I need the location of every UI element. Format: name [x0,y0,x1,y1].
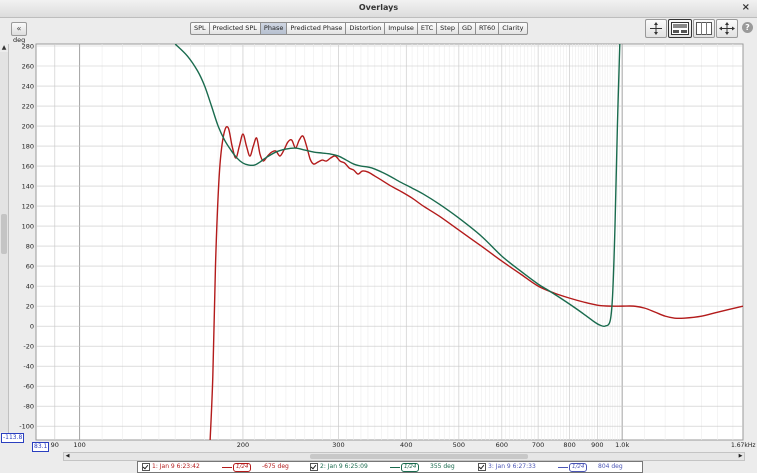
y-tick-label: 200 [22,122,34,130]
y-tick-label: 140 [22,182,34,190]
scroll-left-icon[interactable]: ◀ [64,453,71,460]
y-tick-label: 160 [22,162,34,170]
y-tick-label: 220 [22,102,34,110]
legend-name: 1: Jan 9 6:23:42 [152,463,200,470]
y-tick-label: 240 [22,82,34,90]
y-tick-label: 280 [22,42,34,50]
legend-smoothing[interactable]: 1/24 [401,463,420,472]
y-tick-label: -100 [19,422,34,430]
scroll-right-icon[interactable]: ▶ [737,453,744,460]
x-tick-label: 400 [400,441,412,449]
x-tick-label: 900 [591,441,603,449]
x-tick-label: 700 [532,441,544,449]
y-tick-label: -20 [23,342,34,350]
y-tick-label: 180 [22,142,34,150]
x-tick-label: 100 [73,441,85,449]
legend-line [390,467,400,468]
phase-plot[interactable]: 90 100 200 300 400 500 600 700 800 900 1.0k2802602… [0,0,757,473]
horizontal-scroll-thumb[interactable] [310,454,528,459]
legend-item: 3: Jan 9 6:27:33 1/24 804 deg [474,462,642,472]
legend-line [222,467,232,468]
legend-name: 3: Jan 9 6:27:33 [488,463,536,470]
legend-item: 2: Jan 9 6:25:09 1/24 355 deg [306,462,474,472]
y-tick-label: 0 [30,322,34,330]
legend-name: 2: Jan 9 6:25:09 [320,463,368,470]
y-tick-label: 60 [26,262,34,270]
horizontal-scrollbar[interactable]: ◀ ▶ [63,452,745,461]
legend-checkbox[interactable] [142,463,150,471]
x-tick-label: 200 [237,441,249,449]
y-tick-label: 260 [22,62,34,70]
x-min-readout[interactable]: 83.1 [32,442,50,452]
y-tick-label: -40 [23,362,34,370]
x-tick-label: 300 [332,441,344,449]
legend-smoothing[interactable]: 1/24 [569,463,588,472]
x-tick-label: 90 [51,441,59,449]
legend: 1: Jan 9 6:23:42 1/24 -675 deg 2: Jan 9 6:2… [137,461,643,473]
legend-line [558,467,568,468]
legend-delay: 804 deg [598,463,623,470]
legend-checkbox[interactable] [310,463,318,471]
y-min-readout[interactable]: -113.8 [1,433,25,443]
y-tick-label: -80 [23,402,34,410]
legend-delay: 355 deg [430,463,455,470]
legend-delay: -675 deg [262,463,289,470]
x-axis-max-label: 1.67kHz [731,442,756,449]
legend-smoothing[interactable]: 1/24 [233,463,252,472]
y-tick-label: 40 [26,282,34,290]
y-tick-label: 100 [22,222,34,230]
y-tick-label: 80 [26,242,34,250]
y-tick-label: 20 [26,302,34,310]
x-tick-label: 800 [563,441,575,449]
x-tick-label: 600 [496,441,508,449]
x-tick-label: 1.0k [615,441,629,449]
legend-checkbox[interactable] [478,463,486,471]
y-tick-label: -60 [23,382,34,390]
y-tick-label: 120 [22,202,34,210]
x-tick-label: 500 [453,441,465,449]
plot-area [35,43,744,441]
legend-item: 1: Jan 9 6:23:42 1/24 -675 deg [138,462,306,472]
